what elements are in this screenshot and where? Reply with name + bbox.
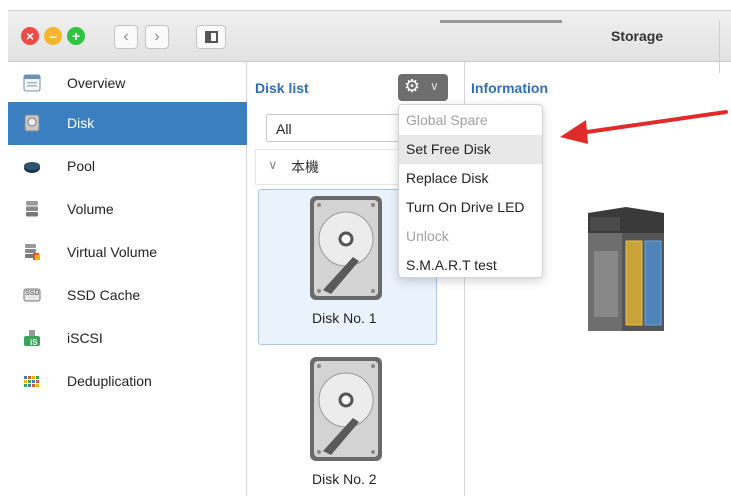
window-title: Storage xyxy=(611,28,664,44)
sidebar-item-label: Virtual Volume xyxy=(67,244,158,260)
sidebar-item-deduplication[interactable]: Deduplication xyxy=(8,360,247,403)
information-title: Information xyxy=(471,80,548,96)
top-strip xyxy=(0,0,731,10)
sidebar-item-label: Disk xyxy=(67,115,95,131)
disk-icon xyxy=(24,114,40,132)
disk-label: Disk No. 2 xyxy=(312,471,377,487)
iscsi-icon-text: iS xyxy=(30,338,38,347)
maximize-window-icon[interactable]: + xyxy=(67,27,85,45)
chevron-right-icon: › xyxy=(154,28,160,45)
sidebar-item-pool[interactable]: Pool xyxy=(8,145,247,188)
deduplication-icon xyxy=(24,376,39,387)
disk-filter-value: All xyxy=(276,121,292,137)
hard-disk-icon xyxy=(310,196,382,300)
disk-actions-button[interactable]: ⚙ ∨ xyxy=(398,74,448,101)
disk-filter-select[interactable]: All xyxy=(266,114,416,142)
sidebar-item-virtual-volume[interactable]: Virtual Volume xyxy=(8,231,247,274)
menu-item-global-spare: Global Spare xyxy=(406,112,488,128)
sidebar-toggle-icon xyxy=(205,31,218,43)
volume-icon xyxy=(26,201,38,217)
chevron-down-icon: ∨ xyxy=(268,157,278,172)
sidebar-item-disk[interactable]: Disk xyxy=(8,102,247,145)
sidebar-item-volume[interactable]: Volume xyxy=(8,188,247,231)
menu-item-smart-test[interactable]: S.M.A.R.T test xyxy=(399,251,542,280)
sidebar-item-label: Deduplication xyxy=(67,373,152,389)
disk-list-title: Disk list xyxy=(255,80,309,96)
sidebar: Overview Disk Pool Volume Virtual Volume… xyxy=(8,62,247,496)
close-window-icon[interactable]: × xyxy=(21,27,39,45)
sidebar-item-label: SSD Cache xyxy=(67,287,141,303)
disk-actions-menu: Global Spare Set Free Disk Replace Disk … xyxy=(398,104,543,278)
sidebar-item-overview[interactable]: Overview xyxy=(8,62,247,105)
menu-item-turn-on-drive-led[interactable]: Turn On Drive LED xyxy=(399,193,542,222)
sidebar-item-label: Pool xyxy=(67,158,96,174)
forward-button[interactable]: › xyxy=(145,25,169,49)
nas-device-image xyxy=(588,207,664,331)
sidebar-item-iscsi[interactable]: iS iSCSI xyxy=(8,317,247,360)
tab-indicator xyxy=(440,20,562,23)
disk-label: Disk No. 1 xyxy=(312,310,377,326)
gear-icon: ⚙ xyxy=(404,76,421,96)
pool-icon xyxy=(24,162,40,173)
menu-item-set-free-disk[interactable]: Set Free Disk xyxy=(399,135,542,164)
chevron-down-icon: ∨ xyxy=(430,79,439,93)
sidebar-item-ssd-cache[interactable]: SSD SSD Cache xyxy=(8,274,247,317)
sidebar-item-label: Overview xyxy=(67,75,126,91)
back-button[interactable]: ‹ xyxy=(114,25,138,49)
hard-disk-icon[interactable] xyxy=(309,356,383,462)
sidebar-item-label: Volume xyxy=(67,201,114,217)
chevron-left-icon: ‹ xyxy=(123,28,129,45)
ssd-icon-text: SSD xyxy=(25,290,40,297)
overview-icon xyxy=(23,74,41,92)
menu-item-unlock: Unlock xyxy=(406,228,449,244)
minimize-window-icon[interactable]: – xyxy=(44,27,62,45)
menu-item-replace-disk[interactable]: Replace Disk xyxy=(399,164,542,193)
sidebar-item-label: iSCSI xyxy=(67,330,103,346)
virtual-volume-icon xyxy=(25,244,40,260)
disk-group-label: 本機 xyxy=(291,159,319,175)
toggle-sidebar-button[interactable] xyxy=(196,25,226,49)
annotation-arrow xyxy=(560,110,728,144)
